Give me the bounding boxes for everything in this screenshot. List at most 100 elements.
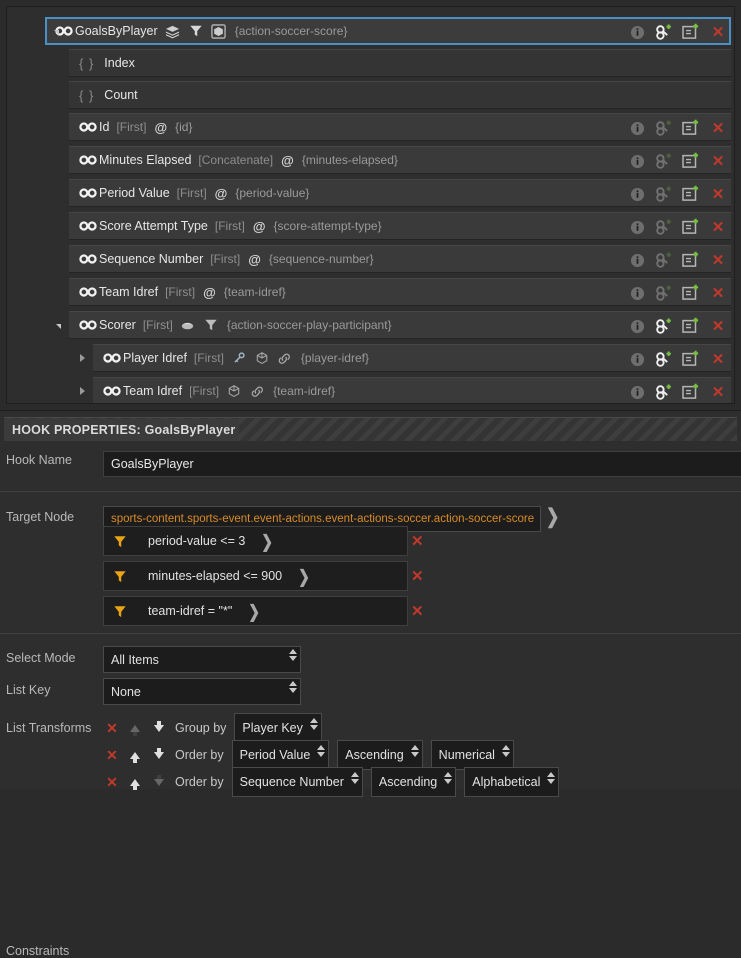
- move-down-icon[interactable]: [147, 720, 171, 732]
- constraint-chevron-icon[interactable]: ❯: [298, 567, 310, 585]
- transform-field-dropdown[interactable]: Sequence Number: [231, 767, 363, 797]
- add-node-icon[interactable]: [682, 152, 700, 170]
- chevron-updown-icon[interactable]: [501, 745, 510, 757]
- link-icon[interactable]: [277, 350, 293, 366]
- add-node-icon[interactable]: [682, 383, 700, 401]
- tree-row-count[interactable]: { } Count: [69, 81, 731, 109]
- chevron-updown-icon[interactable]: [444, 772, 453, 784]
- tree-row-minutes-elapsed[interactable]: Minutes Elapsed [Concatenate] @ {minutes…: [69, 146, 731, 174]
- target-node-chevron-icon[interactable]: ❯: [546, 507, 559, 528]
- add-node-icon[interactable]: [682, 284, 700, 302]
- delete-icon[interactable]: ✕: [709, 119, 727, 137]
- tree-row-index[interactable]: { } Index: [69, 49, 731, 77]
- tree-row-root[interactable]: GoalsByPlayer {action-soccer-score} ✕: [45, 17, 731, 45]
- transform-direction-dropdown[interactable]: Ascending: [370, 767, 457, 797]
- key-icon[interactable]: [231, 350, 247, 366]
- add-chain-icon[interactable]: [655, 218, 673, 236]
- hook-name-input[interactable]: GoalsByPlayer: [103, 451, 741, 477]
- transform-field-dropdown[interactable]: Period Value: [231, 740, 330, 770]
- delete-icon[interactable]: ✕: [709, 350, 727, 368]
- constraint-delete-icon-0[interactable]: ✕: [411, 534, 427, 549]
- tree-row-scorer-team-idref[interactable]: Team Idref [First] {team-idref} ✕: [93, 377, 731, 403]
- tree-row-player-idref-twisty[interactable]: [75, 344, 89, 372]
- chevron-updown-icon[interactable]: [289, 649, 297, 661]
- delete-icon[interactable]: ✕: [709, 317, 727, 335]
- tree-row-scorer[interactable]: Scorer [First] {action-soccer-play-parti…: [69, 311, 731, 339]
- layers-icon[interactable]: [165, 23, 181, 39]
- tree-row-team-idref-twisty[interactable]: [75, 377, 89, 403]
- delete-icon[interactable]: ✕: [709, 284, 727, 302]
- chevron-updown-icon[interactable]: [350, 772, 359, 784]
- transform-field-dropdown[interactable]: Player Key: [234, 713, 322, 743]
- transform-delete-icon[interactable]: ✕: [101, 747, 123, 764]
- transform-sorttype-dropdown[interactable]: Numerical: [430, 740, 514, 770]
- transform-direction-dropdown[interactable]: Ascending: [337, 740, 423, 770]
- add-chain-icon[interactable]: [655, 251, 673, 269]
- tree-row-team-idref[interactable]: Team Idref [First] @ {team-idref} ✕: [69, 278, 731, 306]
- constraint-row-2[interactable]: team-idref = "*" ❯: [103, 596, 408, 626]
- delete-icon[interactable]: ✕: [709, 185, 727, 203]
- delete-icon[interactable]: ✕: [709, 218, 727, 236]
- add-chain-icon[interactable]: [655, 185, 673, 203]
- info-icon[interactable]: [628, 317, 646, 335]
- add-chain-icon[interactable]: [655, 317, 673, 335]
- info-icon[interactable]: [628, 284, 646, 302]
- constraint-delete-icon-2[interactable]: ✕: [411, 604, 427, 619]
- info-icon[interactable]: [628, 23, 646, 41]
- add-chain-icon[interactable]: [655, 350, 673, 368]
- info-icon[interactable]: [628, 152, 646, 170]
- move-up-icon[interactable]: [123, 724, 147, 736]
- tree-row-player-idref[interactable]: Player Idref [First] {player-idref} ✕: [93, 344, 731, 372]
- transform-sorttype-dropdown[interactable]: Alphabetical: [464, 767, 560, 797]
- add-chain-icon[interactable]: [655, 284, 673, 302]
- add-node-icon[interactable]: [682, 251, 700, 269]
- info-icon[interactable]: [628, 185, 646, 203]
- tree-row-id[interactable]: Id [First] @ {id} ✕: [69, 113, 731, 141]
- tree-row-period-value[interactable]: Period Value [First] @ {period-value} ✕: [69, 179, 731, 207]
- delete-icon[interactable]: ✕: [709, 251, 727, 269]
- add-chain-icon[interactable]: [655, 23, 673, 41]
- list-key-dropdown[interactable]: None: [103, 678, 301, 705]
- delete-icon[interactable]: ✕: [709, 383, 727, 401]
- add-node-icon[interactable]: [682, 317, 700, 335]
- chevron-updown-icon[interactable]: [547, 772, 556, 784]
- box-icon[interactable]: [254, 350, 270, 366]
- info-icon[interactable]: [628, 119, 646, 137]
- transform-delete-icon[interactable]: ✕: [101, 774, 123, 791]
- tree-root-twisty[interactable]: [49, 17, 63, 45]
- info-icon[interactable]: [628, 251, 646, 269]
- add-node-icon[interactable]: [682, 350, 700, 368]
- chevron-updown-icon[interactable]: [317, 745, 326, 757]
- add-chain-icon[interactable]: [655, 119, 673, 137]
- add-chain-icon[interactable]: [655, 383, 673, 401]
- select-mode-dropdown[interactable]: All Items: [103, 646, 301, 673]
- chevron-updown-icon[interactable]: [410, 745, 419, 757]
- info-icon[interactable]: [628, 350, 646, 368]
- delete-icon[interactable]: ✕: [709, 23, 727, 41]
- chevron-updown-icon[interactable]: [309, 718, 318, 730]
- tree-row-sequence-number[interactable]: Sequence Number [First] @ {sequence-numb…: [69, 245, 731, 273]
- delete-icon[interactable]: ✕: [709, 152, 727, 170]
- tree-row-scorer-twisty[interactable]: [51, 311, 65, 339]
- constraint-delete-icon-1[interactable]: ✕: [411, 569, 427, 584]
- hook-icon[interactable]: [180, 317, 196, 333]
- move-down-icon[interactable]: [147, 774, 171, 786]
- add-node-icon[interactable]: [682, 185, 700, 203]
- add-node-icon[interactable]: [682, 23, 700, 41]
- info-icon[interactable]: [628, 218, 646, 236]
- tree-row-score-attempt-type[interactable]: Score Attempt Type [First] @ {score-atte…: [69, 212, 731, 240]
- filter-icon[interactable]: [188, 23, 204, 39]
- info-icon[interactable]: [628, 383, 646, 401]
- move-up-icon[interactable]: [123, 751, 147, 763]
- constraint-row-1[interactable]: minutes-elapsed <= 900 ❯: [103, 561, 408, 591]
- move-down-icon[interactable]: [147, 747, 171, 759]
- constraint-chevron-icon[interactable]: ❯: [248, 602, 260, 620]
- move-up-icon[interactable]: [123, 778, 147, 790]
- chevron-updown-icon[interactable]: [289, 681, 297, 693]
- constraint-chevron-icon[interactable]: ❯: [261, 532, 273, 550]
- transform-delete-icon[interactable]: ✕: [101, 720, 123, 737]
- constraint-row-0[interactable]: period-value <= 3 ❯: [103, 526, 408, 556]
- add-node-icon[interactable]: [682, 119, 700, 137]
- add-chain-icon[interactable]: [655, 152, 673, 170]
- filter-icon[interactable]: [203, 317, 219, 333]
